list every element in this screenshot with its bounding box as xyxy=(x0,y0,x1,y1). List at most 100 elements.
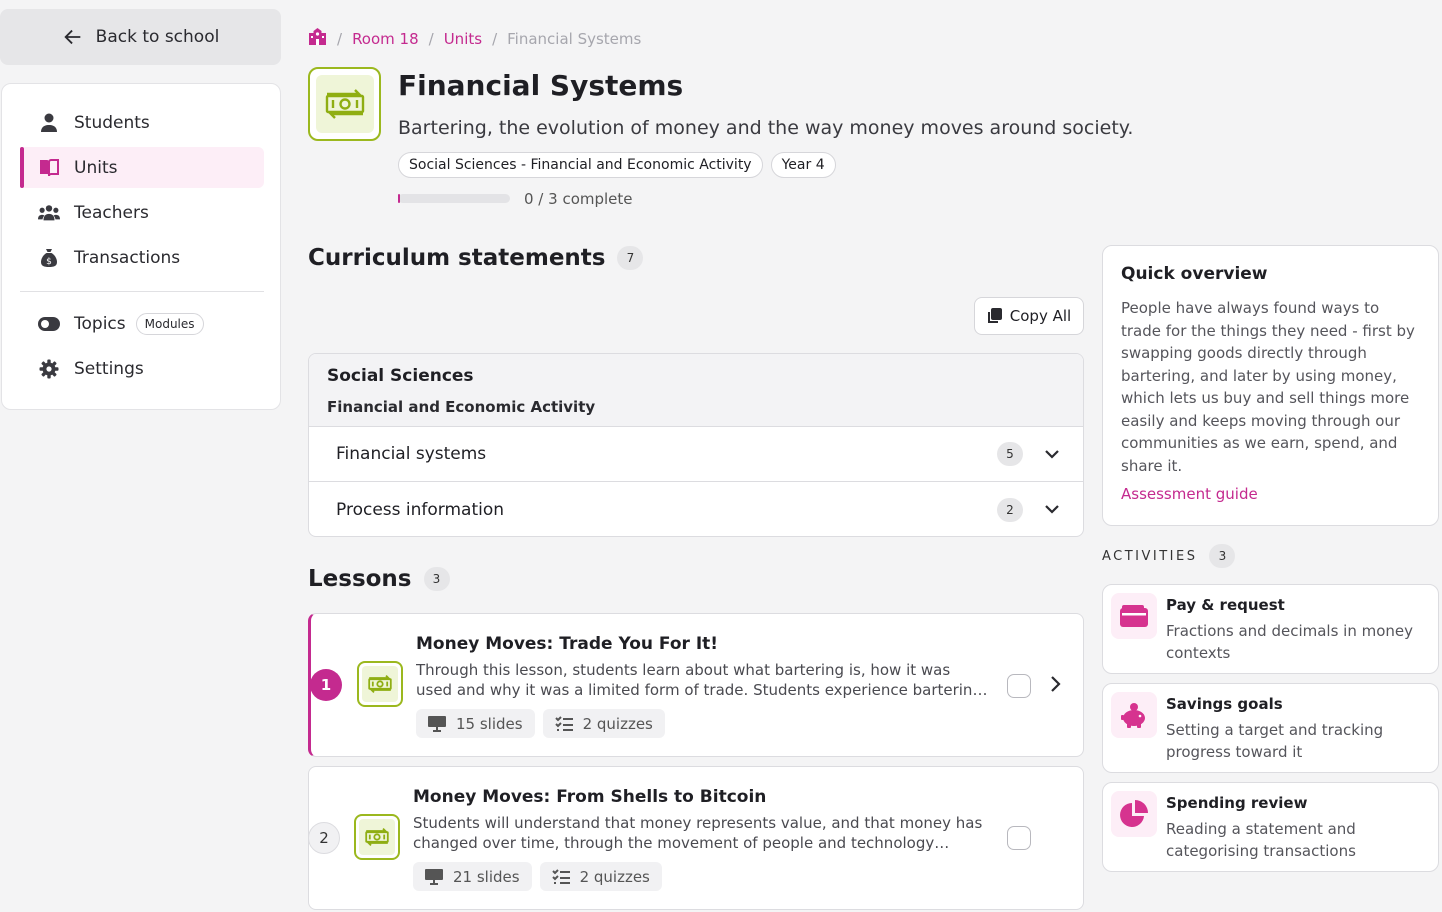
money-bag-icon: $ xyxy=(38,247,60,269)
copy-all-button[interactable]: Copy All xyxy=(974,297,1084,335)
breadcrumb-current: Financial Systems xyxy=(507,29,642,48)
sidebar-item-transactions[interactable]: $ Transactions xyxy=(20,237,264,278)
chevron-down-icon xyxy=(1045,505,1059,514)
lessons-heading-text: Lessons xyxy=(308,566,412,592)
money-icon xyxy=(368,674,392,694)
lesson-description: Students will understand that money repr… xyxy=(413,814,983,852)
school-icon[interactable] xyxy=(308,28,327,49)
activity-title: Savings goals xyxy=(1166,695,1283,713)
checklist-icon xyxy=(554,715,573,731)
progress-bar xyxy=(398,194,510,203)
svg-text:$: $ xyxy=(46,257,52,267)
quizzes-count: 2 quizzes xyxy=(579,867,650,886)
activities-heading-text: ACTIVITIES xyxy=(1102,548,1198,564)
toggle-icon xyxy=(38,313,60,335)
piggy-bank-icon xyxy=(1111,692,1157,738)
count-badge: 3 xyxy=(1209,544,1236,568)
sidebar-item-label: Teachers xyxy=(74,202,149,223)
activity-description: Fractions and decimals in money contexts xyxy=(1166,622,1414,662)
lesson-card[interactable]: 2 Money Moves: From Shells to Bitcoin St… xyxy=(308,766,1084,910)
curriculum-subject: Social Sciences xyxy=(327,366,474,386)
activity-card-pay-request[interactable]: Pay & request Fractions and decimals in … xyxy=(1102,584,1439,674)
progress-text: 0 / 3 complete xyxy=(524,190,633,208)
lesson-description: Through this lesson, students learn abou… xyxy=(416,661,982,699)
lessons-heading: Lessons 3 xyxy=(308,566,450,592)
chevron-right-icon[interactable] xyxy=(1045,674,1065,694)
unit-tags: Social Sciences - Financial and Economic… xyxy=(398,152,836,178)
presentation-icon xyxy=(428,715,446,732)
progress-fill xyxy=(398,194,401,203)
back-to-school-button[interactable]: Back to school xyxy=(0,9,281,65)
quizzes-chip: 2 quizzes xyxy=(539,862,662,891)
accordion-label: Financial systems xyxy=(336,444,487,464)
activity-title: Pay & request xyxy=(1166,596,1285,614)
sidebar-item-units[interactable]: Units xyxy=(20,147,264,188)
quizzes-count: 2 quizzes xyxy=(582,714,653,733)
page-title: Financial Systems xyxy=(398,69,684,102)
lesson-icon xyxy=(357,661,403,707)
sidebar-item-label: Transactions xyxy=(74,247,181,268)
activity-description: Setting a target and tracking progress t… xyxy=(1166,721,1384,761)
breadcrumb-separator: / xyxy=(337,29,343,48)
sidebar-item-label: Students xyxy=(74,112,150,133)
accordion-financial-systems[interactable]: Financial systems 5 xyxy=(309,427,1083,482)
money-icon xyxy=(325,89,364,119)
activity-description: Reading a statement and categorising tra… xyxy=(1166,820,1356,860)
money-icon xyxy=(365,827,389,847)
breadcrumb: / Room 18 / Units / Financial Systems xyxy=(308,28,641,49)
lesson-number: 1 xyxy=(311,669,342,701)
curriculum-strand: Financial and Economic Activity xyxy=(327,398,596,416)
breadcrumb-units[interactable]: Units xyxy=(444,30,482,48)
copy-icon xyxy=(987,308,1002,323)
sidebar-item-label: Settings xyxy=(74,358,144,379)
activity-card-spending-review[interactable]: Spending review Reading a statement and … xyxy=(1102,782,1439,872)
lesson-number: 2 xyxy=(309,822,340,854)
sidebar-item-topics[interactable]: Topics Modules xyxy=(20,303,264,344)
lesson-meta: 21 slides 2 quizzes xyxy=(413,862,662,891)
count-badge: 3 xyxy=(423,567,450,591)
sidebar-item-settings[interactable]: Settings xyxy=(20,348,264,389)
slides-chip: 21 slides xyxy=(413,862,532,891)
sidebar-item-students[interactable]: Students xyxy=(20,102,264,143)
assessment-guide-link[interactable]: Assessment guide xyxy=(1121,485,1420,503)
sidebar-nav: Students Units Teachers $ Transactions T… xyxy=(1,83,281,410)
count-badge: 2 xyxy=(997,497,1023,522)
presentation-icon xyxy=(425,868,443,885)
sidebar-item-teachers[interactable]: Teachers xyxy=(20,192,264,233)
lesson-title[interactable]: Money Moves: Trade You For It! xyxy=(416,634,718,654)
curriculum-card: Social Sciences Financial and Economic A… xyxy=(308,353,1084,537)
checklist-icon xyxy=(551,868,570,884)
accordion-label: Process information xyxy=(336,499,505,520)
lesson-icon xyxy=(354,814,400,860)
accordion-process-information[interactable]: Process information 2 xyxy=(309,482,1083,536)
person-icon xyxy=(38,112,60,134)
lesson-card[interactable]: 1 Money Moves: Trade You For It! Through… xyxy=(308,613,1084,757)
activity-card-savings-goals[interactable]: Savings goals Setting a target and track… xyxy=(1102,683,1439,773)
lesson-complete-checkbox[interactable] xyxy=(1007,826,1031,850)
sidebar-item-label: Topics xyxy=(74,313,126,334)
sidebar-item-label: Units xyxy=(74,157,118,178)
wallet-icon xyxy=(1111,593,1157,639)
book-icon xyxy=(38,157,60,179)
unit-subtitle: Bartering, the evolution of money and th… xyxy=(398,117,1134,139)
gear-icon xyxy=(38,358,60,380)
modules-badge: Modules xyxy=(135,312,204,335)
arrow-left-icon xyxy=(64,29,81,45)
subject-tag: Social Sciences - Financial and Economic… xyxy=(398,152,763,178)
breadcrumb-separator: / xyxy=(428,29,434,48)
breadcrumb-room[interactable]: Room 18 xyxy=(352,30,419,48)
activity-title: Spending review xyxy=(1166,794,1308,812)
overview-heading: Quick overview xyxy=(1121,264,1268,284)
slides-count: 21 slides xyxy=(453,867,520,886)
lesson-complete-checkbox[interactable] xyxy=(1007,674,1031,698)
curriculum-heading-text: Curriculum statements xyxy=(308,245,606,271)
slides-chip: 15 slides xyxy=(416,709,535,738)
quizzes-chip: 2 quizzes xyxy=(542,709,665,738)
copy-all-label: Copy All xyxy=(1009,307,1072,325)
overview-body: People have always found ways to trade f… xyxy=(1121,299,1415,475)
group-icon xyxy=(38,202,60,224)
year-tag: Year 4 xyxy=(770,152,836,178)
lesson-title[interactable]: Money Moves: From Shells to Bitcoin xyxy=(413,787,766,807)
chevron-down-icon xyxy=(1045,449,1059,459)
back-label: Back to school xyxy=(95,27,220,47)
